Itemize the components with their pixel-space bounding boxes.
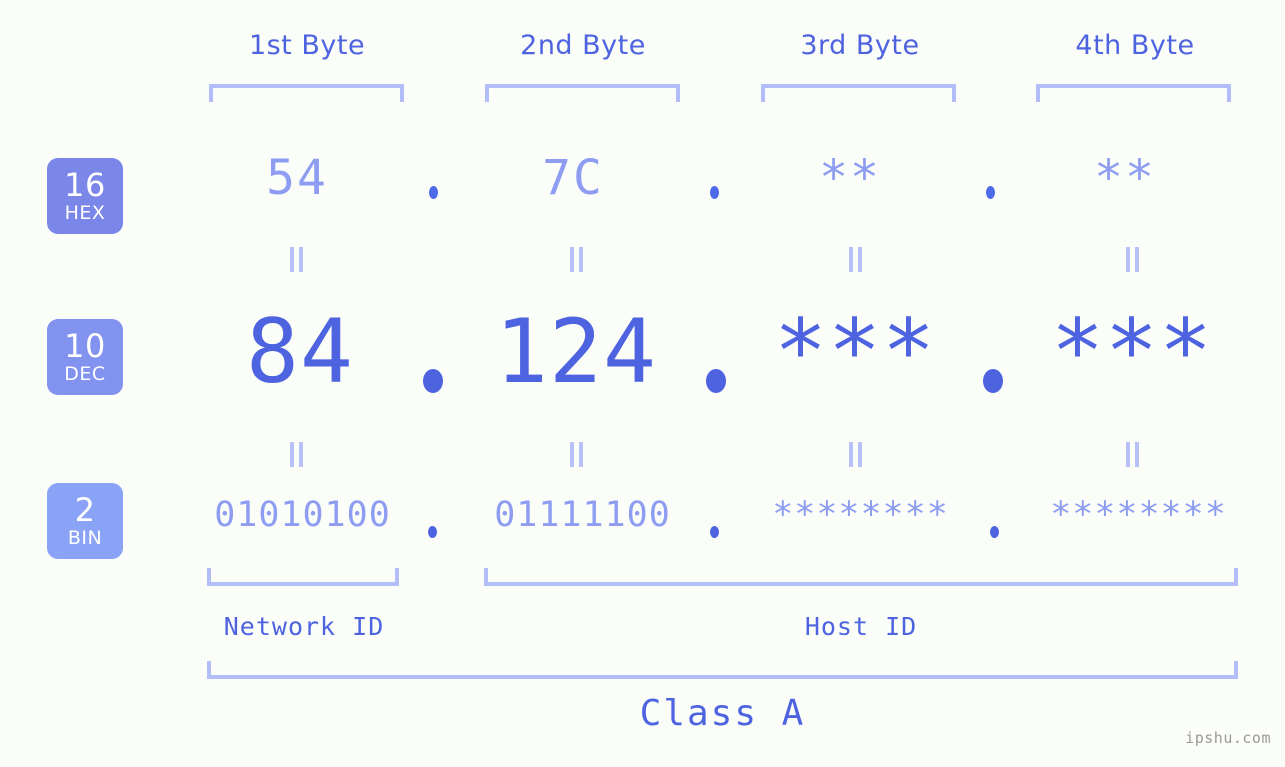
radix-badge-dec-abbr: DEC bbox=[64, 363, 106, 385]
equality-mark-dec-bin-4 bbox=[1126, 442, 1139, 467]
hex-separator-2 bbox=[710, 186, 719, 199]
radix-badge-bin: 2 BIN bbox=[47, 483, 123, 559]
bin-octet-2: 01111100 bbox=[494, 495, 671, 535]
hex-separator-1 bbox=[429, 186, 438, 199]
hex-octet-3: ** bbox=[819, 150, 881, 206]
dec-octet-1: 84 bbox=[246, 300, 354, 403]
equality-mark-hex-dec-3 bbox=[849, 247, 862, 272]
equality-mark-hex-dec-1 bbox=[290, 247, 303, 272]
byte-header-2: 2nd Byte bbox=[520, 30, 646, 61]
equality-mark-dec-bin-2 bbox=[570, 442, 583, 467]
class-label: Class A bbox=[639, 693, 806, 734]
class-bracket bbox=[207, 661, 1238, 679]
site-watermark: ipshu.com bbox=[1185, 729, 1271, 747]
byte-header-4: 4th Byte bbox=[1075, 30, 1195, 61]
radix-badge-dec: 10 DEC bbox=[47, 319, 123, 395]
byte-bracket-1 bbox=[209, 84, 404, 102]
byte-header-3: 3rd Byte bbox=[800, 30, 920, 61]
byte-bracket-4 bbox=[1036, 84, 1231, 102]
ip-breakdown-diagram: 1st Byte 2nd Byte 3rd Byte 4th Byte 16 H… bbox=[0, 0, 1285, 767]
hex-octet-1: 54 bbox=[266, 150, 328, 206]
bin-octet-1: 01010100 bbox=[214, 495, 391, 535]
dec-octet-3: *** bbox=[774, 300, 936, 403]
radix-badge-hex: 16 HEX bbox=[47, 158, 123, 234]
dec-octet-4: *** bbox=[1051, 300, 1213, 403]
host-id-bracket bbox=[484, 568, 1238, 586]
dec-octet-2: 124 bbox=[495, 300, 657, 403]
network-id-label: Network ID bbox=[223, 612, 385, 641]
network-id-bracket bbox=[207, 568, 399, 586]
host-id-label: Host ID bbox=[804, 612, 918, 641]
bin-octet-4: ******** bbox=[1050, 495, 1227, 535]
equality-mark-hex-dec-2 bbox=[570, 247, 583, 272]
byte-header-1: 1st Byte bbox=[248, 30, 366, 61]
byte-bracket-2 bbox=[485, 84, 680, 102]
bin-octet-3: ******** bbox=[772, 495, 949, 535]
equality-mark-dec-bin-3 bbox=[849, 442, 862, 467]
equality-mark-hex-dec-4 bbox=[1126, 247, 1139, 272]
radix-badge-dec-number: 10 bbox=[64, 327, 106, 365]
radix-badge-hex-abbr: HEX bbox=[64, 202, 106, 224]
hex-separator-3 bbox=[986, 186, 995, 199]
radix-badge-hex-number: 16 bbox=[64, 166, 106, 204]
radix-badge-bin-number: 2 bbox=[74, 491, 96, 529]
byte-bracket-3 bbox=[761, 84, 956, 102]
equality-mark-dec-bin-1 bbox=[290, 442, 303, 467]
radix-badge-bin-abbr: BIN bbox=[67, 527, 103, 549]
hex-octet-4: ** bbox=[1094, 150, 1156, 206]
hex-octet-2: 7C bbox=[542, 150, 604, 206]
